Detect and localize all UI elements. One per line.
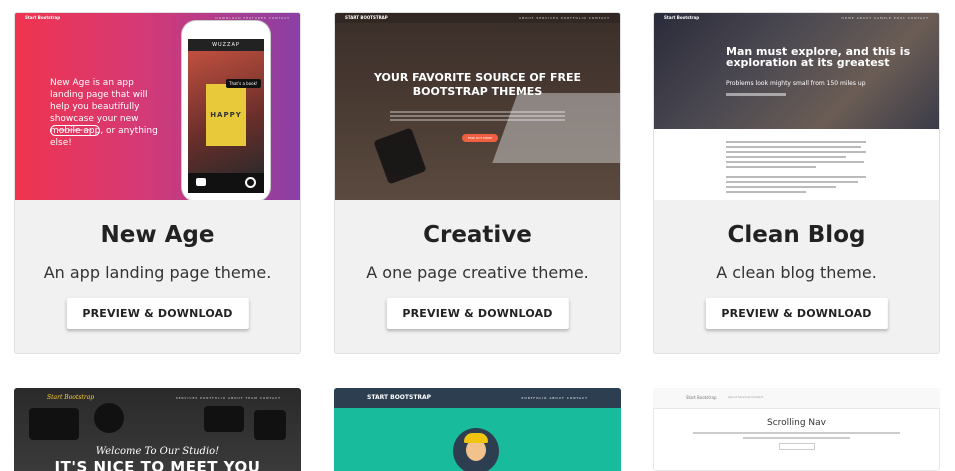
thumbnail-welcome: Welcome To Our Studio! (95, 446, 220, 457)
thumbnail-cta: FIND OUT MORE (462, 134, 498, 142)
preview-download-button[interactable]: PREVIEW & DOWNLOAD (386, 298, 569, 329)
theme-thumbnail-scrolling-nav[interactable]: Start Bootstrap About Services Contact S… (653, 388, 940, 471)
thumbnail-headline: YOUR FAVORITE SOURCE OF FREE BOOTSTRAP T… (373, 71, 582, 98)
camera-icon (196, 178, 206, 186)
text-line (726, 146, 861, 148)
text-line (726, 186, 836, 188)
theme-description: A clean blog theme. (716, 263, 877, 282)
thumbnail-nav-links: SERVICES PORTFOLIO ABOUT TEAM CONTACT (175, 396, 281, 400)
thumbnail-brand: Start Bootstrap (47, 394, 95, 401)
thumbnail-headline: New Age is an app landing page that will… (50, 78, 158, 148)
thumbnail-subheading: Problems look mighty small from 150 mile… (726, 80, 866, 87)
text-line (726, 141, 866, 143)
thumbnail-brand: Start Bootstrap (686, 395, 717, 400)
avatar (453, 428, 499, 471)
thumbnail-nav-links: ABOUT SERVICES PORTFOLIO CONTACT (519, 16, 610, 20)
thumbnail-navbar: Start Bootstrap HOME ABOUT SAMPLE POST C… (654, 13, 939, 23)
phone-bottom-bar (188, 173, 264, 193)
thumbnail-headline: IT'S NICE TO MEET YOU (54, 458, 261, 471)
thumbnail-meta (726, 93, 786, 96)
preview-download-button[interactable]: PREVIEW & DOWNLOAD (66, 298, 249, 329)
theme-card-clean-blog: Start Bootstrap HOME ABOUT SAMPLE POST C… (653, 12, 940, 354)
theme-description: An app landing page theme. (43, 263, 272, 282)
text-line (726, 181, 858, 183)
thumbnail-headline: Scrolling Nav (766, 418, 827, 428)
preview-download-button[interactable]: PREVIEW & DOWNLOAD (705, 298, 888, 329)
phone-app-title: WUZZAP (188, 39, 264, 51)
text-line (726, 191, 806, 193)
theme-card-creative: START BOOTSTRAP ABOUT SERVICES PORTFOLIO… (334, 12, 621, 354)
theme-card-new-age: Start Bootstrap DOWNLOAD FEATURES CONTAC… (14, 12, 301, 354)
thumbnail-navbar: START BOOTSTRAP ABOUT SERVICES PORTFOLIO… (335, 13, 620, 23)
thumbnail-nav-links: DOWNLOAD FEATURES CONTACT (215, 16, 290, 20)
theme-thumbnail-creative[interactable]: START BOOTSTRAP ABOUT SERVICES PORTFOLIO… (335, 13, 620, 200)
text-line (726, 161, 864, 163)
thumbnail-cta: START NOW FOR FREE! (50, 125, 100, 136)
phone-screen: WUZZAP HAPPY That's a book! (188, 39, 264, 193)
thumbnail-headline: Man must explore, and this is exploratio… (726, 45, 911, 69)
text-line (726, 166, 816, 168)
thumbnail-subtext (390, 111, 565, 123)
thumbnail-nav-links: PORTFOLIO ABOUT CONTACT (521, 396, 588, 400)
text-line (743, 437, 850, 439)
decor-object (204, 406, 244, 432)
theme-title: Creative (423, 222, 532, 248)
phone-mockup: WUZZAP HAPPY That's a book! (182, 21, 270, 200)
theme-thumbnail-agency[interactable]: Start Bootstrap SERVICES PORTFOLIO ABOUT… (14, 388, 301, 471)
avatar-hat (464, 433, 488, 443)
text-line (726, 156, 846, 158)
theme-description: A one page creative theme. (366, 263, 589, 282)
thumbnail-hero: Start Bootstrap HOME ABOUT SAMPLE POST C… (654, 13, 939, 129)
theme-thumbnail-new-age[interactable]: Start Bootstrap DOWNLOAD FEATURES CONTAC… (15, 13, 300, 200)
thumbnail-brand: START BOOTSTRAP (345, 15, 388, 20)
phone-book: HAPPY (206, 84, 246, 146)
text-line (726, 151, 866, 153)
thumbnail-nav-links: HOME ABOUT SAMPLE POST CONTACT (841, 16, 929, 20)
theme-title: New Age (100, 222, 215, 248)
text-line (693, 432, 900, 434)
theme-thumbnail-clean-blog[interactable]: Start Bootstrap HOME ABOUT SAMPLE POST C… (654, 13, 939, 200)
decor-object (29, 408, 79, 440)
thumbnail-brand: Start Bootstrap (25, 15, 61, 20)
thumbnail-navbar: START BOOTSTRAP PORTFOLIO ABOUT CONTACT (334, 388, 621, 408)
phone-bubble: That's a book! (226, 79, 261, 88)
thumbnail-button (779, 443, 815, 450)
thumbnail-brand: START BOOTSTRAP (367, 394, 432, 401)
decor-object (254, 410, 286, 440)
thumbnail-brand: Start Bootstrap (664, 15, 700, 20)
thumbnail-navbar: Start Bootstrap About Services Contact (653, 388, 940, 409)
theme-title: Clean Blog (727, 222, 866, 248)
theme-thumbnail-freelancer[interactable]: START BOOTSTRAP PORTFOLIO ABOUT CONTACT (334, 388, 621, 471)
thumbnail-nav-links: About Services Contact (728, 395, 764, 399)
text-line (726, 176, 866, 178)
decor-object (94, 403, 124, 433)
thumbnail-article-body (654, 129, 939, 200)
search-icon (245, 177, 256, 188)
